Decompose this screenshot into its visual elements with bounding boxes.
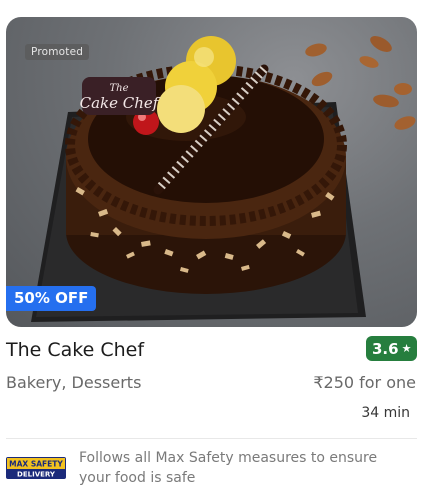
svg-text:The: The — [109, 83, 128, 94]
safety-info-text: Follows all Max Safety measures to ensur… — [79, 450, 378, 486]
offer-badge: 50% OFF — [6, 286, 97, 311]
cuisine-list: Bakery, Desserts — [6, 373, 142, 392]
restaurant-name[interactable]: The Cake Chef — [6, 339, 144, 361]
restaurant-image[interactable]: The Cake Chef Promoted — [6, 17, 417, 327]
promoted-badge: Promoted — [25, 44, 90, 60]
cake-photo: The Cake Chef — [31, 36, 416, 322]
rating-badge: 3.6 ★ — [366, 336, 418, 361]
logo-line1: MAX SAFETY — [9, 460, 63, 469]
price-for-one: ₹250 for one — [313, 373, 416, 392]
max-safety-logo-icon: MAX SAFETY DELIVERY — [6, 457, 66, 479]
divider — [6, 438, 417, 439]
rating-value: 3.6 — [372, 339, 399, 358]
restaurant-card[interactable]: The Cake Chef Promoted 50% OFF The Cake … — [0, 0, 432, 496]
star-icon: ★ — [401, 342, 412, 355]
logo-line2: DELIVERY — [17, 471, 56, 479]
svg-text:Cake Chef: Cake Chef — [80, 94, 161, 112]
delivery-time: 34 min — [361, 405, 410, 421]
